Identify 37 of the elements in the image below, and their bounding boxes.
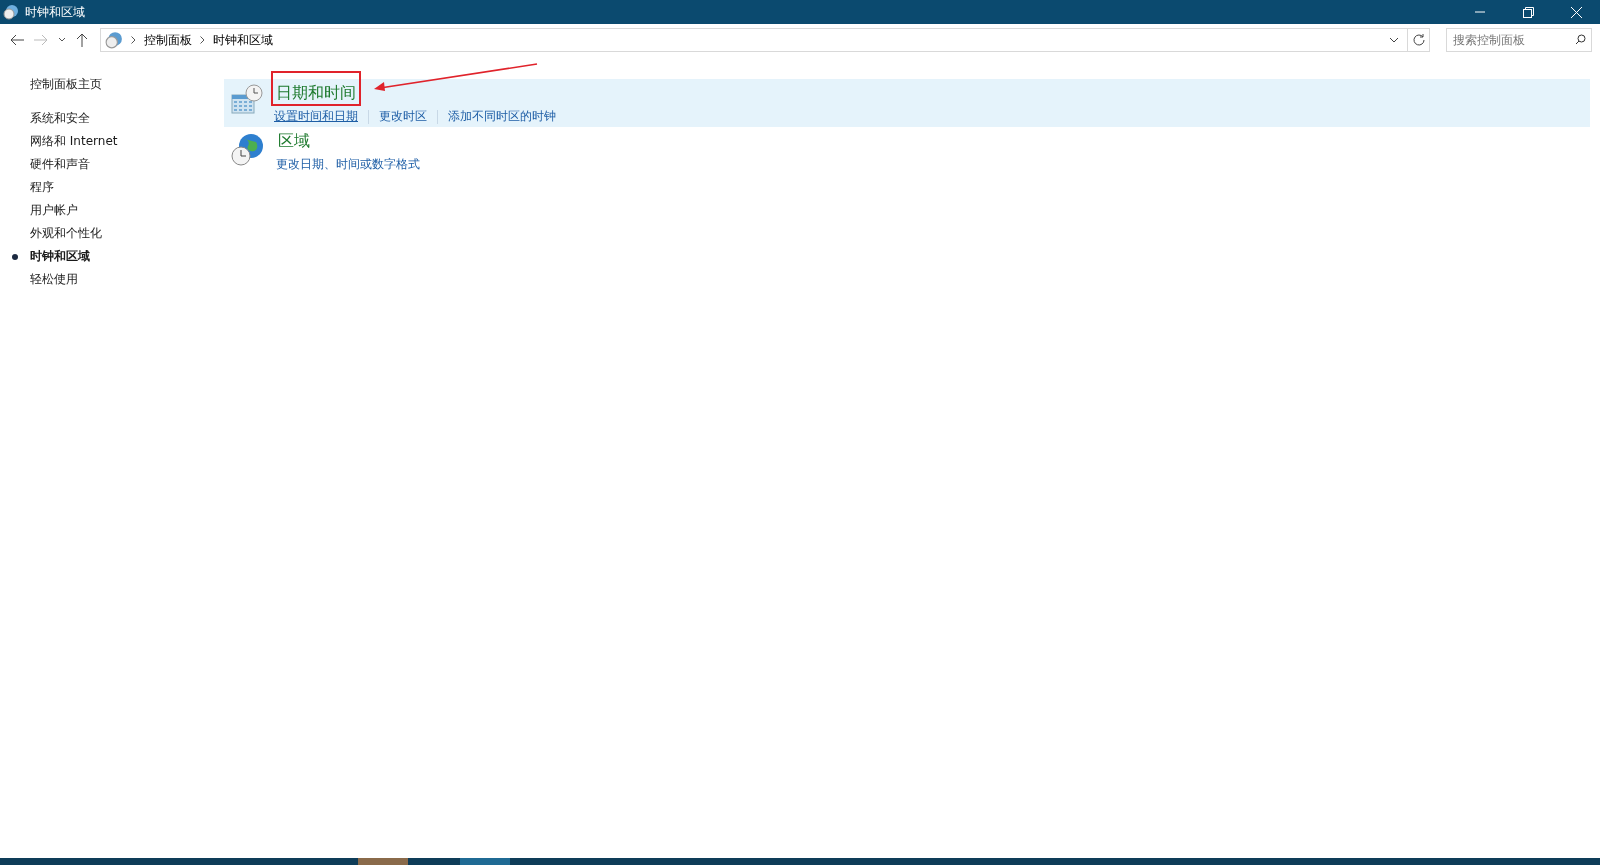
- sidebar-item[interactable]: 用户帐户: [0, 199, 224, 222]
- search-icon: [1575, 34, 1586, 45]
- clock-globe-icon: [105, 31, 123, 49]
- sidebar-home-link[interactable]: 控制面板主页: [0, 73, 224, 96]
- window-title: 时钟和区域: [25, 3, 85, 21]
- search-field[interactable]: 搜索控制面板: [1446, 28, 1592, 52]
- up-arrow-icon: [76, 33, 88, 47]
- refresh-button[interactable]: [1408, 28, 1430, 52]
- dropdown-caret-icon[interactable]: [1389, 37, 1399, 43]
- close-icon: [1570, 6, 1582, 18]
- breadcrumb[interactable]: 时钟和区域: [213, 31, 273, 49]
- up-button[interactable]: [74, 31, 90, 49]
- sidebar-item[interactable]: 系统和安全: [0, 107, 224, 130]
- calendar-clock-icon: [230, 83, 264, 117]
- sidebar-item[interactable]: 硬件和声音: [0, 153, 224, 176]
- clock-globe-icon: [3, 4, 19, 20]
- back-button[interactable]: [8, 32, 26, 48]
- chevron-down-icon: [58, 37, 66, 43]
- category-title[interactable]: 日期和时间: [271, 71, 361, 106]
- right-arrow-icon: [34, 34, 48, 46]
- sidebar-item[interactable]: 程序: [0, 176, 224, 199]
- sidebar-item[interactable]: 轻松使用: [0, 268, 224, 291]
- sidebar-item[interactable]: 外观和个性化: [0, 222, 224, 245]
- chevron-icon: [200, 36, 205, 44]
- address-bar[interactable]: 控制面板 时钟和区域: [100, 28, 1408, 52]
- refresh-icon: [1412, 34, 1425, 46]
- task-link[interactable]: 添加不同时区的时钟: [448, 108, 556, 125]
- breadcrumb[interactable]: 控制面板: [144, 31, 192, 49]
- sidebar-item[interactable]: 网络和 Internet: [0, 130, 224, 153]
- chevron-icon: [131, 36, 136, 44]
- sidebar-item[interactable]: 时钟和区域: [0, 245, 224, 268]
- task-link[interactable]: 更改时区: [379, 108, 427, 125]
- left-arrow-icon: [10, 34, 24, 46]
- globe-clock-icon: [230, 131, 266, 167]
- task-link[interactable]: 更改日期、时间或数字格式: [276, 156, 420, 173]
- restore-icon: [1522, 6, 1534, 18]
- task-link[interactable]: 设置时间和日期: [274, 108, 358, 125]
